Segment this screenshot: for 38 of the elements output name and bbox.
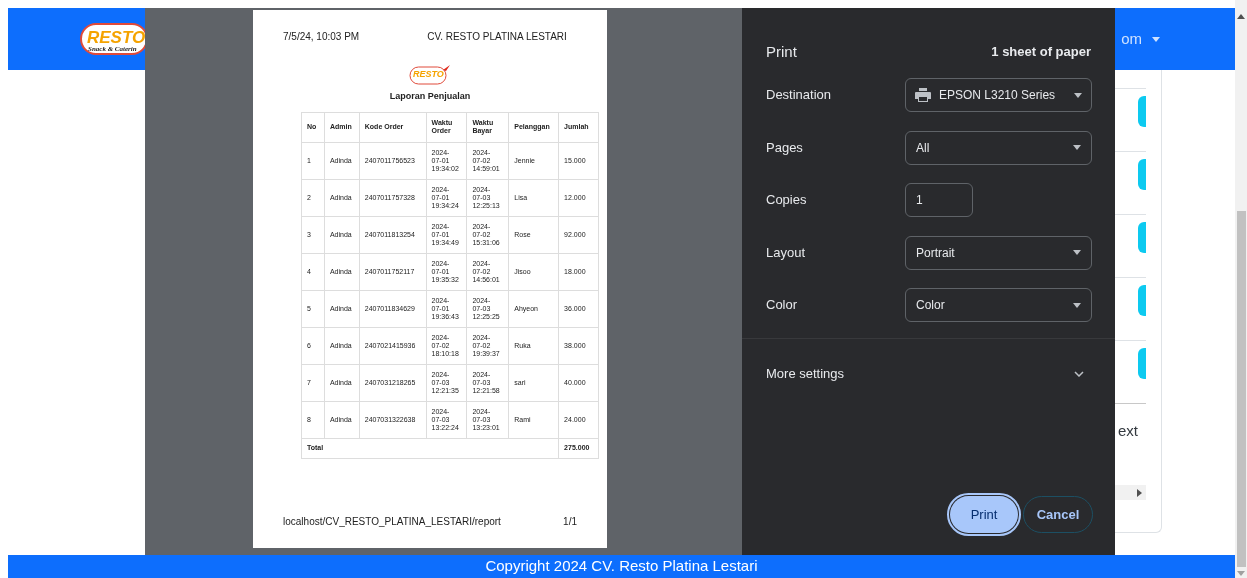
page-url: localhost/CV_RESTO_PLATINA_LESTARI/report	[283, 515, 501, 529]
setting-label: Destination	[766, 86, 833, 105]
action-button[interactable]	[1138, 96, 1146, 127]
down-arrow-icon	[1237, 571, 1245, 576]
scrollbar[interactable]	[1235, 0, 1247, 578]
right-arrow-icon	[1137, 488, 1142, 497]
report-title: Laporan Penjualan	[389, 90, 471, 103]
action-button[interactable]	[1138, 159, 1146, 190]
document-title: CV. RESTO PLATINA LESTARI	[427, 30, 567, 44]
print-date: 7/5/24, 10:03 PM	[283, 30, 360, 44]
logo: RESTO	[409, 64, 451, 86]
caret-icon	[1073, 302, 1081, 308]
caret-icon	[1073, 145, 1081, 150]
copyright-text: Copyright 2024 CV. Resto Platina Lestari	[485, 556, 758, 577]
select-field[interactable]: Portrait	[905, 235, 1092, 270]
setting-label: Layout	[766, 243, 807, 262]
more-settings-toggle[interactable]: More settings	[766, 338, 1091, 409]
caret-icon	[1073, 250, 1081, 255]
caret-icon	[1074, 92, 1082, 98]
printer-icon	[915, 88, 931, 102]
action-button[interactable]	[1138, 222, 1146, 253]
select-field[interactable]: All	[905, 130, 1092, 165]
action-button[interactable]	[1138, 348, 1146, 379]
print-button[interactable]: Print	[950, 496, 1018, 533]
setting-label: Copies	[766, 191, 808, 210]
sheet-count: 1 sheet of paper	[991, 43, 1091, 62]
select-field[interactable]: Color	[905, 288, 1092, 322]
action-button[interactable]	[1138, 285, 1146, 316]
dialog-title: Print	[766, 41, 797, 62]
copies-input[interactable]: 1	[905, 183, 973, 217]
destination-select[interactable]: EPSON L3210 Series	[905, 78, 1092, 112]
up-arrow-icon	[1237, 14, 1245, 19]
user-menu[interactable]: om	[1121, 27, 1160, 51]
setting-label: Color	[766, 296, 799, 315]
page-number: 1/1	[563, 515, 577, 529]
setting-label: Pages	[766, 138, 804, 157]
next-link[interactable]: ext	[1118, 420, 1138, 443]
caret-icon	[1152, 36, 1160, 42]
